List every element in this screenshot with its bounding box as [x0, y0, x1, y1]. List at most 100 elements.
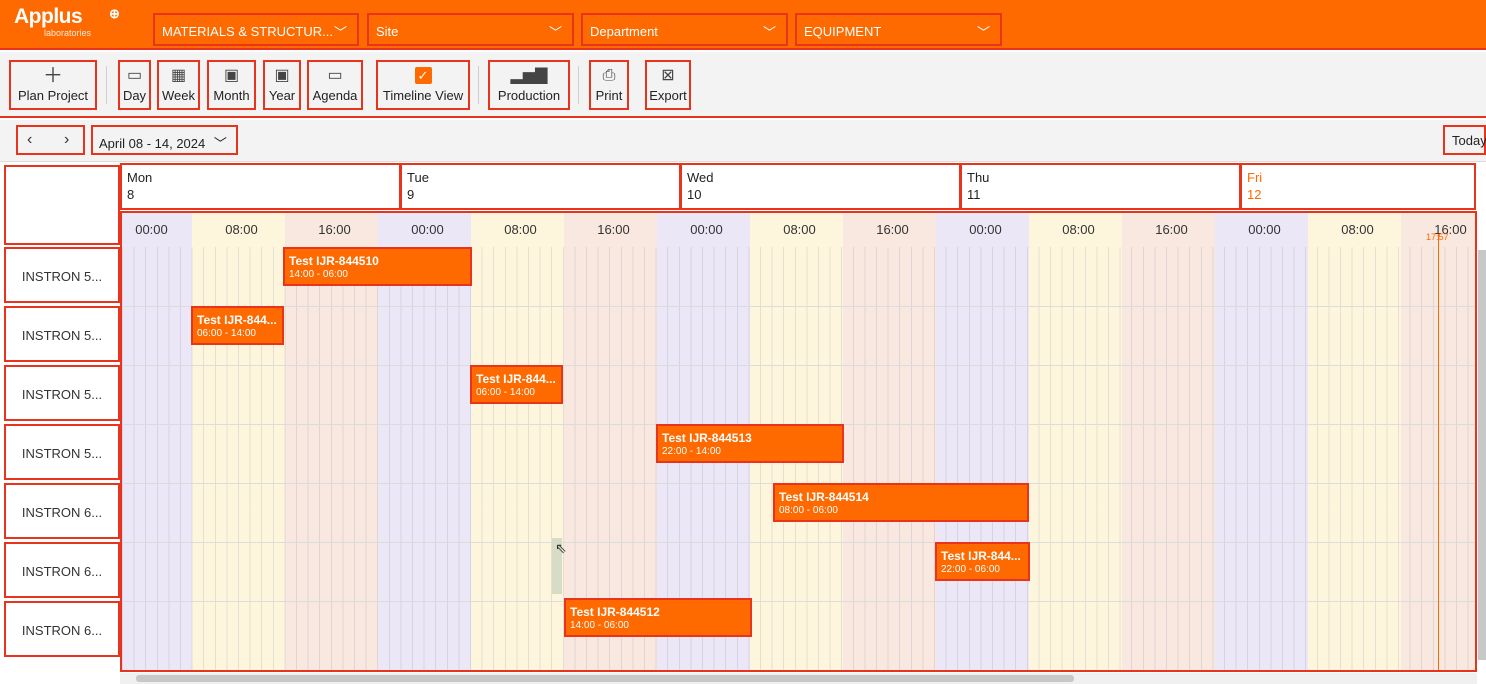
filter-label: Site	[376, 24, 399, 39]
event-time: 14:00 - 06:00	[570, 620, 629, 631]
plan-project-button[interactable]: ＋ Plan Project	[9, 60, 97, 110]
filter-materials-dropdown[interactable]: MATERIALS & STRUCTUR... ﹀	[153, 13, 359, 46]
year-label: Year	[268, 88, 296, 103]
date-range-label: April 08 - 14, 2024	[99, 136, 206, 151]
production-label: Production	[497, 88, 561, 103]
resource-row-label[interactable]: INSTRON 6...	[4, 542, 120, 598]
toolbar: ＋ Plan Project ▭ Day ▦ Week ▣ Month ▣ Ye…	[0, 52, 1486, 118]
horizontal-scrollbar[interactable]	[120, 673, 1477, 684]
resource-row-label[interactable]: INSTRON 6...	[4, 601, 120, 657]
previous-arrow-icon[interactable]: ‹	[27, 131, 32, 149]
event-appointment[interactable]: Test IJR-844514 08:00 - 06:00	[773, 483, 1029, 522]
event-appointment[interactable]: Test IJR-844513 22:00 - 14:00	[656, 424, 844, 463]
vertical-scrollbar[interactable]	[1478, 250, 1486, 660]
applus-logo[interactable]: Applus ⊕ laboratories	[14, 6, 134, 44]
day-header-wed[interactable]: Wed 10	[680, 163, 961, 210]
day-header-fri[interactable]: Fri 12	[1240, 163, 1476, 210]
time-tick: 00:00	[411, 222, 444, 237]
row-divider	[122, 542, 1475, 543]
filter-label: EQUIPMENT	[804, 24, 882, 39]
agenda-view-button[interactable]: ▭ Agenda	[307, 60, 363, 110]
day-name: Fri	[1247, 170, 1263, 185]
day-label: Day	[122, 88, 147, 103]
chevron-down-icon: ﹀	[976, 25, 990, 40]
week-view-button[interactable]: ▦ Week	[157, 60, 200, 110]
time-tick: 00:00	[969, 222, 1002, 237]
toolbar-divider	[578, 66, 579, 104]
month-view-button[interactable]: ▣ Month	[207, 60, 256, 110]
production-button[interactable]: ▂▅▇ Production	[488, 60, 570, 110]
event-appointment[interactable]: Test IJR-844510 14:00 - 06:00	[283, 247, 472, 286]
month-label: Month	[213, 88, 250, 103]
time-tick: 00:00	[1248, 222, 1281, 237]
week-view-icon: ▦	[170, 67, 187, 84]
time-tick: 08:00	[783, 222, 816, 237]
event-time: 06:00 - 14:00	[197, 328, 256, 339]
event-appointment[interactable]: Test IJR-844... 06:00 - 14:00	[470, 365, 563, 404]
time-tick: 08:00	[504, 222, 537, 237]
day-number: 8	[127, 187, 135, 202]
filter-label: MATERIALS & STRUCTUR...	[162, 24, 333, 39]
resource-row-label[interactable]: INSTRON 5...	[4, 365, 120, 421]
resource-row-label[interactable]: INSTRON 5...	[4, 424, 120, 480]
event-time: 06:00 - 14:00	[476, 387, 535, 398]
agenda-label: Agenda	[312, 88, 358, 103]
event-time: 22:00 - 14:00	[662, 446, 721, 457]
bar-chart-icon: ▂▅▇	[510, 67, 548, 84]
toolbar-divider	[106, 66, 107, 104]
export-button[interactable]: ⊠ Export	[645, 60, 691, 110]
filter-label: Department	[590, 24, 658, 39]
check-icon: ✓	[378, 67, 468, 85]
chevron-down-icon: ﹀	[333, 25, 347, 40]
scrollbar-thumb[interactable]	[136, 675, 1074, 682]
chevron-down-icon: ﹀	[762, 25, 776, 40]
filter-department-dropdown[interactable]: Department ﹀	[581, 13, 788, 46]
event-appointment[interactable]: Test IJR-844512 14:00 - 06:00	[564, 598, 752, 637]
time-tick: 00:00	[690, 222, 723, 237]
today-button[interactable]: Today	[1443, 125, 1486, 155]
event-appointment[interactable]: Test IJR-844... 22:00 - 06:00	[935, 542, 1030, 581]
day-number: 11	[967, 187, 981, 202]
print-button[interactable]: ⎙ Print	[589, 60, 629, 110]
agenda-view-icon: ▭	[327, 67, 343, 84]
filter-site-dropdown[interactable]: Site ﹀	[367, 13, 574, 46]
event-time: 14:00 - 06:00	[289, 269, 348, 280]
row-divider	[122, 306, 1475, 307]
month-view-icon: ▣	[223, 67, 240, 84]
day-view-button[interactable]: ▭ Day	[118, 60, 151, 110]
week-label: Week	[162, 88, 195, 103]
event-title: Test IJR-844...	[941, 549, 1021, 563]
resource-row-label[interactable]: INSTRON 6...	[4, 483, 120, 539]
year-view-button[interactable]: ▣ Year	[263, 60, 301, 110]
time-tick: 00:00	[135, 222, 168, 237]
day-number: 9	[407, 187, 415, 202]
day-name: Tue	[407, 170, 429, 185]
time-tick: 08:00	[1341, 222, 1374, 237]
event-title: Test IJR-844510	[289, 254, 379, 268]
mouse-cursor-icon: ⇖	[555, 540, 567, 556]
logo-mark: ⊕	[109, 6, 120, 21]
plus-icon: ＋	[43, 65, 63, 87]
filter-equipment-dropdown[interactable]: EQUIPMENT ﹀	[795, 13, 1002, 46]
day-header-tue[interactable]: Tue 9	[400, 163, 681, 210]
time-tick: 16:00	[1155, 222, 1188, 237]
top-bar: Applus ⊕ laboratories MATERIALS & STRUCT…	[0, 0, 1486, 50]
current-time-label: 17:57	[1426, 232, 1449, 242]
resource-row-label[interactable]: INSTRON 5...	[4, 247, 120, 303]
logo-subtext: laboratories	[44, 28, 92, 38]
next-arrow-icon[interactable]: ›	[64, 131, 69, 149]
event-title: Test IJR-844...	[197, 313, 277, 327]
timeline-view-toggle[interactable]: ✓ Timeline View	[376, 60, 470, 110]
row-divider	[122, 365, 1475, 366]
date-range-picker[interactable]: April 08 - 14, 2024 ﹀	[91, 125, 238, 155]
resource-row-label[interactable]: INSTRON 5...	[4, 306, 120, 362]
resource-header-corner	[4, 165, 120, 245]
event-appointment[interactable]: Test IJR-844... 06:00 - 14:00	[191, 306, 284, 345]
print-label: Print	[595, 88, 623, 103]
day-header-mon[interactable]: Mon 8	[120, 163, 401, 210]
day-name: Mon	[127, 170, 153, 185]
event-time: 08:00 - 06:00	[779, 505, 838, 516]
day-header-thu[interactable]: Thu 11	[960, 163, 1241, 210]
timeline-view-label: Timeline View	[382, 88, 464, 103]
date-nav-arrows: ‹ ›	[16, 125, 85, 155]
